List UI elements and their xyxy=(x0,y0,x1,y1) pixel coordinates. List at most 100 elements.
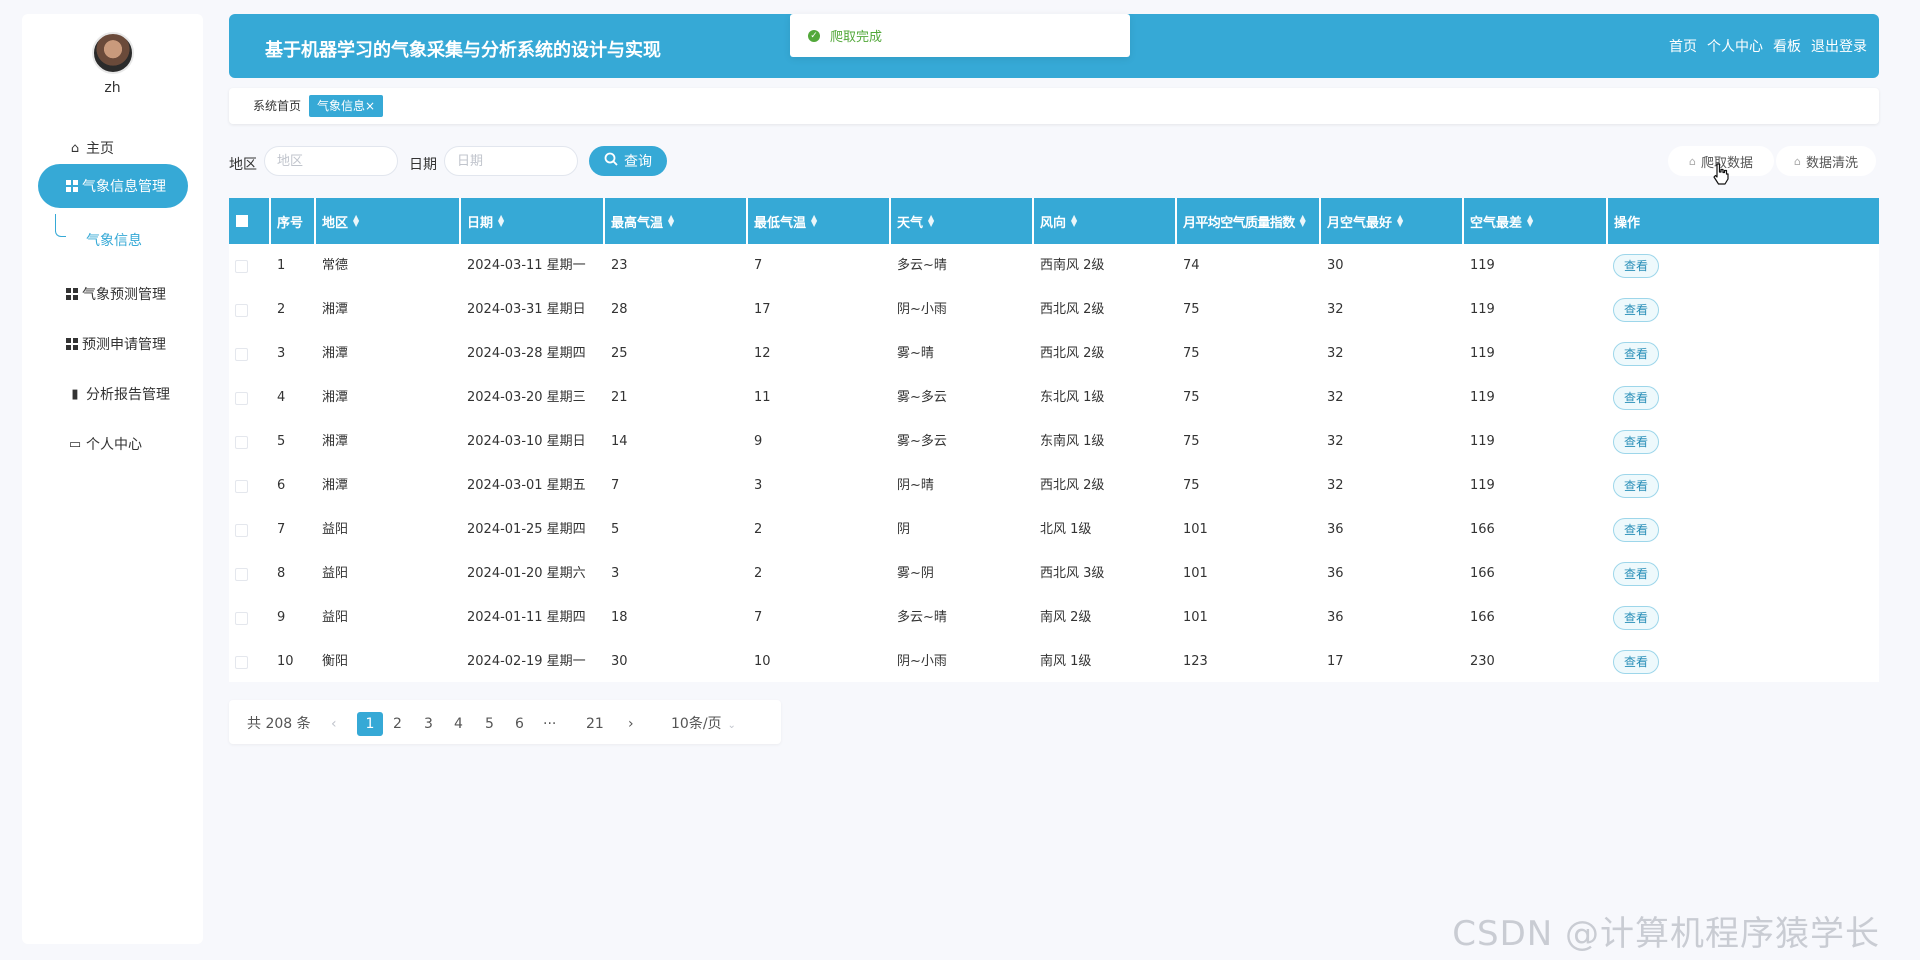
tab-weather-info[interactable]: 气象信息× xyxy=(309,95,384,117)
nav-logout[interactable]: 退出登录 xyxy=(1811,36,1867,56)
watermark: CSDN @计算机程序猿学长 xyxy=(1452,914,1880,954)
table-cell: 常德 xyxy=(322,258,349,273)
close-icon[interactable]: × xyxy=(365,99,375,113)
page-button[interactable]: 4 xyxy=(454,712,463,736)
nav-home[interactable]: 首页 xyxy=(1669,36,1697,56)
col-header[interactable]: 最高气温 ▲ ▼ xyxy=(605,198,748,244)
col-header: 操作 xyxy=(1608,198,1879,244)
row-checkbox[interactable] xyxy=(235,436,248,449)
nav-dashboard[interactable]: 看板 xyxy=(1773,36,1801,56)
table-cell: 2024-03-10 星期日 xyxy=(467,434,586,449)
view-button[interactable]: 查看 xyxy=(1613,342,1659,366)
row-checkbox[interactable] xyxy=(235,392,248,405)
col-header[interactable]: 最低气温 ▲ ▼ xyxy=(748,198,891,244)
region-input[interactable] xyxy=(264,146,398,176)
col-min-temp-label: 最低气温 xyxy=(754,215,807,231)
col-header[interactable]: 日期 ▲ ▼ xyxy=(461,198,605,244)
view-button[interactable]: 查看 xyxy=(1613,430,1659,454)
table-cell: 湘潭 xyxy=(322,434,349,449)
col-header[interactable]: 月空气最好 ▲ ▼ xyxy=(1321,198,1464,244)
table-cell: 7 xyxy=(754,258,763,273)
header-select-all[interactable] xyxy=(229,198,271,244)
view-button[interactable]: 查看 xyxy=(1613,562,1659,586)
date-input[interactable] xyxy=(444,146,578,176)
sidebar-item-label: 主页 xyxy=(86,141,114,157)
view-button[interactable]: 查看 xyxy=(1613,606,1659,630)
table-cell: 101 xyxy=(1183,522,1208,537)
sort-icon[interactable]: ▲ ▼ xyxy=(928,214,934,228)
grid-icon xyxy=(66,338,78,350)
row-checkbox[interactable] xyxy=(235,260,248,273)
sort-icon[interactable]: ▲ ▼ xyxy=(1071,214,1077,228)
row-checkbox[interactable] xyxy=(235,304,248,317)
sidebar-subitem-weather-info[interactable]: 气象信息 xyxy=(86,230,142,250)
page-button[interactable]: 1 xyxy=(357,712,383,736)
view-button[interactable]: 查看 xyxy=(1613,474,1659,498)
col-header[interactable]: 地区 ▲ ▼ xyxy=(316,198,461,244)
view-button[interactable]: 查看 xyxy=(1613,518,1659,542)
view-button[interactable]: 查看 xyxy=(1613,386,1659,410)
table-cell: 8 xyxy=(277,566,286,581)
success-toast: ✓ 爬取完成 xyxy=(790,14,1130,57)
check-circle-icon: ✓ xyxy=(808,29,820,42)
col-region-label: 地区 xyxy=(322,215,349,231)
sidebar-item-personal-center[interactable]: ▭ 个人中心 xyxy=(38,422,188,466)
sidebar-item-forecast-application[interactable]: 预测申请管理 xyxy=(38,322,188,366)
page-size-select[interactable]: 10条/页 ⌄ xyxy=(671,712,736,736)
table-cell: 23 xyxy=(611,258,628,273)
sort-icon[interactable]: ▲ ▼ xyxy=(1527,214,1533,228)
query-button[interactable]: 查询 xyxy=(589,146,667,176)
view-button[interactable]: 查看 xyxy=(1613,650,1659,674)
clean-label: 数据清洗 xyxy=(1805,155,1858,171)
next-page-button[interactable]: › xyxy=(628,712,634,736)
avatar[interactable] xyxy=(92,32,134,74)
tab-system-home[interactable]: 系统首页 xyxy=(245,95,309,117)
table-cell: 3 xyxy=(611,566,620,581)
region-label: 地区 xyxy=(229,157,257,173)
sort-icon[interactable]: ▲ ▼ xyxy=(1300,214,1306,228)
row-checkbox[interactable] xyxy=(235,568,248,581)
table-cell: 11 xyxy=(754,390,771,405)
nav-personal-center[interactable]: 个人中心 xyxy=(1707,36,1763,56)
table-row: 6 湘潭 2024-03-01 星期五 7 3 阴~晴 西北风 2级 75 32 119 查看 xyxy=(229,464,1879,508)
table-cell: 衡阳 xyxy=(322,654,349,669)
page-button[interactable]: 2 xyxy=(393,712,402,736)
col-header[interactable]: 风向 ▲ ▼ xyxy=(1034,198,1177,244)
page-button[interactable]: 3 xyxy=(424,712,433,736)
sort-icon[interactable]: ▲ ▼ xyxy=(353,214,359,228)
table-cell: 西北风 2级 xyxy=(1040,478,1105,493)
more-pages-button[interactable]: ··· xyxy=(543,712,556,736)
row-checkbox[interactable] xyxy=(235,612,248,625)
row-checkbox[interactable] xyxy=(235,524,248,537)
table-cell: 14 xyxy=(611,434,628,449)
page-button[interactable]: 21 xyxy=(586,712,604,736)
row-checkbox[interactable] xyxy=(235,348,248,361)
home-icon: ⌂ xyxy=(70,140,80,156)
sidebar-item-weather-info-management[interactable]: 气象信息管理 xyxy=(38,164,188,208)
sort-icon[interactable]: ▲ ▼ xyxy=(668,214,674,228)
table-cell: 湘潭 xyxy=(322,302,349,317)
col-header[interactable]: 空气最差 ▲ ▼ xyxy=(1464,198,1608,244)
col-header[interactable]: 月平均空气质量指数 ▲ ▼ xyxy=(1177,198,1321,244)
table-cell: 2024-01-25 星期四 xyxy=(467,522,586,537)
prev-page-button[interactable]: ‹ xyxy=(331,712,337,736)
table-header: 序号 地区 ▲ ▼ 日期 ▲ ▼ 最高气温 ▲ ▼ 最低气温 ▲ ▼ 天气 ▲ ▼ 风向 ▲ ▼ 月平均… xyxy=(229,198,1879,244)
view-button[interactable]: 查看 xyxy=(1613,254,1659,278)
table-row: 4 湘潭 2024-03-20 星期三 21 11 雾~多云 东北风 1级 75 32 119 查看 xyxy=(229,376,1879,420)
page-button[interactable]: 5 xyxy=(485,712,494,736)
sort-icon[interactable]: ▲ ▼ xyxy=(498,214,504,228)
col-header[interactable]: 天气 ▲ ▼ xyxy=(891,198,1034,244)
table-cell: 18 xyxy=(611,610,628,625)
row-checkbox[interactable] xyxy=(235,656,248,669)
select-all-checkbox[interactable] xyxy=(236,215,248,227)
page-button[interactable]: 6 xyxy=(515,712,524,736)
sort-icon[interactable]: ▲ ▼ xyxy=(811,214,817,228)
table-cell: 25 xyxy=(611,346,628,361)
sort-icon[interactable]: ▲ ▼ xyxy=(1397,214,1403,228)
sidebar-item-label: 个人中心 xyxy=(86,437,142,453)
row-checkbox[interactable] xyxy=(235,480,248,493)
sidebar-item-forecast-management[interactable]: 气象预测管理 xyxy=(38,272,188,316)
view-button[interactable]: 查看 xyxy=(1613,298,1659,322)
data-clean-button[interactable]: ⌂ 数据清洗 xyxy=(1776,146,1876,176)
sidebar-item-analysis-report[interactable]: ▮ 分析报告管理 xyxy=(38,372,188,416)
